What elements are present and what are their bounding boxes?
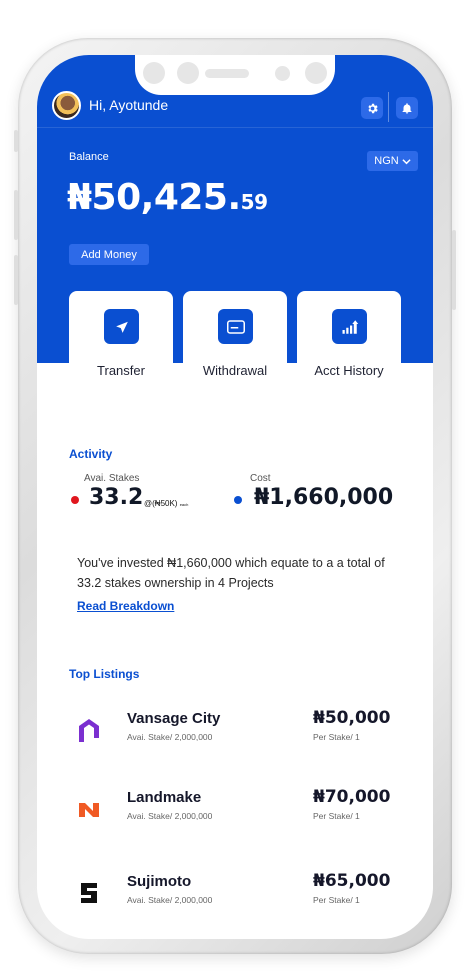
card-icon <box>226 319 245 334</box>
transfer-label: Transfer <box>97 363 145 378</box>
user-avatar[interactable] <box>52 91 81 120</box>
listing-item[interactable]: Sujimoto Avai. Stake/ 2,000,000 ₦65,000 … <box>37 871 433 933</box>
notifications-button[interactable] <box>396 97 418 119</box>
listing-per-stake: Per Stake/ 1 <box>313 895 360 905</box>
sujimoto-logo-icon <box>81 883 97 903</box>
notch-speaker <box>205 69 249 78</box>
stakes-rate-text: @(₦50K) <box>144 499 178 508</box>
phone-volume-down <box>14 255 18 305</box>
investment-description: You've invested ₦1,660,000 which equate … <box>77 556 385 590</box>
cost-label: Cost <box>250 473 271 484</box>
currency-label: NGN <box>374 155 399 167</box>
stakes-bullet <box>71 496 79 504</box>
phone-volume-up <box>14 190 18 240</box>
header-icon-separator <box>388 92 389 122</box>
listing-per-stake: Per Stake/ 1 <box>313 811 360 821</box>
gear-icon <box>367 103 378 113</box>
notch-sensor-small <box>275 66 290 81</box>
withdrawal-icon-tile <box>218 309 253 344</box>
listing-price: ₦50,000 <box>313 708 391 728</box>
send-icon <box>115 321 128 333</box>
chart-up-icon <box>342 319 358 334</box>
notch-sensor <box>177 62 199 84</box>
listing-price: ₦70,000 <box>313 787 391 807</box>
transfer-icon-tile <box>104 309 139 344</box>
listing-name: Vansage City <box>127 710 221 727</box>
cost-value: ₦1,660,000 <box>254 485 394 510</box>
bell-icon <box>402 102 412 113</box>
withdrawal-button[interactable]: Withdrawal <box>183 291 287 387</box>
listing-per-stake: Per Stake/ 1 <box>313 732 360 742</box>
listing-stake: Avai. Stake/ 2,000,000 <box>127 811 213 821</box>
balance-amount-decimal: 59 <box>240 190 268 214</box>
notch-camera-right <box>305 62 327 84</box>
withdrawal-label: Withdrawal <box>202 363 268 378</box>
transfer-button[interactable]: Transfer <box>69 291 173 387</box>
activity-title: Activity <box>69 447 113 461</box>
cost-bullet <box>234 496 242 504</box>
chevron-down-icon <box>402 158 411 164</box>
notch-camera <box>143 62 165 84</box>
read-breakdown-link[interactable]: Read Breakdown <box>77 599 174 613</box>
acct-history-label: Acct History <box>314 363 384 378</box>
listing-stake: Avai. Stake/ 2,000,000 <box>127 895 213 905</box>
vansage-logo-icon <box>79 719 99 742</box>
listing-item[interactable]: Vansage City Avai. Stake/ 2,000,000 ₦50,… <box>37 708 433 770</box>
add-money-button[interactable]: Add Money <box>69 244 149 265</box>
app-screen: Hi, Ayotunde Balance NGN ₦50,425.59 Add … <box>37 55 433 939</box>
stakes-label: Avai. Stakes <box>84 473 140 484</box>
top-listings-title: Top Listings <box>69 667 140 681</box>
listing-name: Sujimoto <box>127 873 192 890</box>
phone-notch <box>135 55 335 95</box>
balance-label: Balance <box>69 151 109 163</box>
stakes-value: 33.2 <box>89 485 144 510</box>
listing-item[interactable]: Landmake Avai. Stake/ 2,000,000 ₦70,000 … <box>37 787 433 849</box>
stakes-rate-suffix: each <box>179 502 189 507</box>
acct-history-button[interactable]: Acct History <box>297 291 401 387</box>
greeting: Hi, Ayotunde <box>89 97 169 113</box>
balance-amount-main: ₦50,425. <box>67 177 241 218</box>
landmake-logo-icon <box>79 803 99 817</box>
phone-side-button <box>14 130 18 152</box>
listing-stake: Avai. Stake/ 2,000,000 <box>127 732 213 742</box>
balance-amount: ₦50,425.59 <box>67 177 268 218</box>
listing-name: Landmake <box>127 789 202 806</box>
settings-button[interactable] <box>361 97 383 119</box>
header-divider <box>37 127 433 128</box>
acct-history-icon-tile <box>332 309 367 344</box>
stakes-rate: @(₦50K) each <box>144 499 188 508</box>
listing-price: ₦65,000 <box>313 871 391 891</box>
phone-power-button <box>452 230 456 310</box>
currency-selector[interactable]: NGN <box>367 151 418 171</box>
